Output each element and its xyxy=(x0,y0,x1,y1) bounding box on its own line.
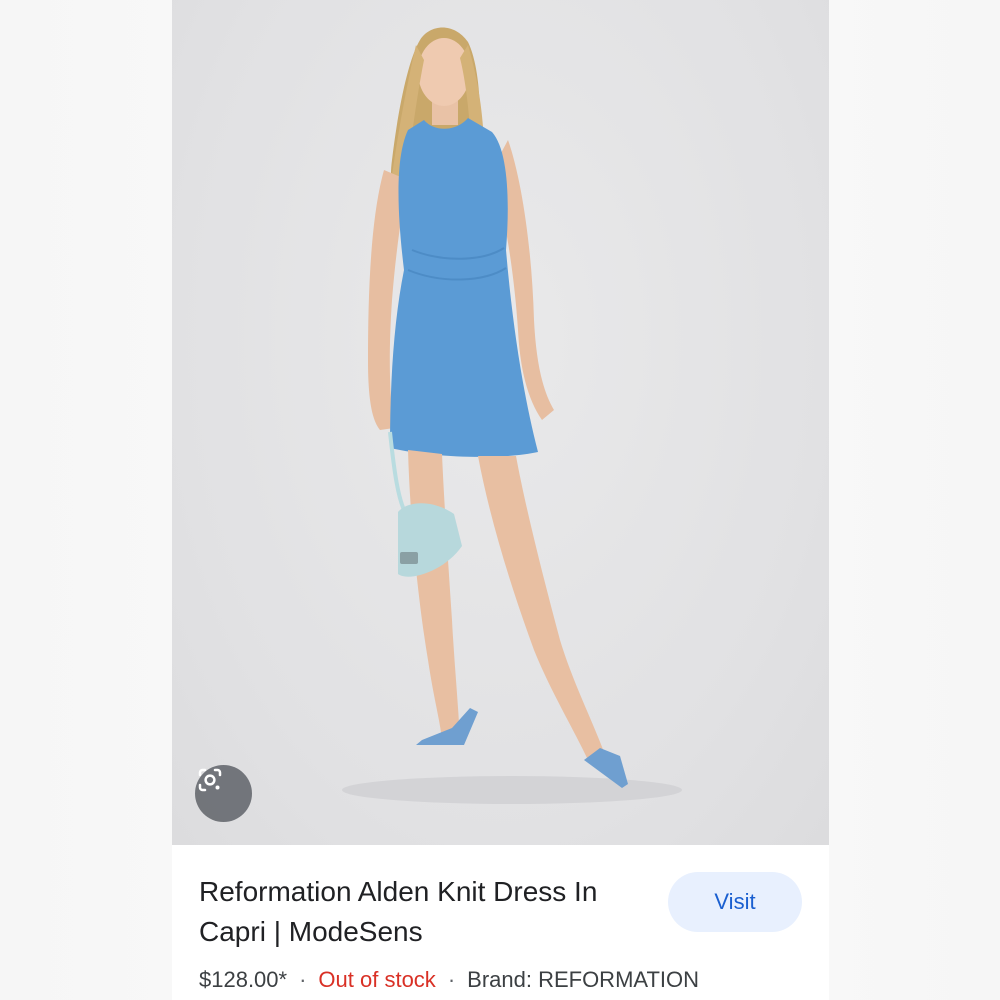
price: $128.00* xyxy=(199,967,288,992)
floor-shadow xyxy=(342,776,682,804)
product-meta-row: $128.00* · Out of stock · Brand: REFORMATION xyxy=(199,967,699,993)
separator-dot: · xyxy=(299,967,307,992)
face xyxy=(418,38,470,106)
product-title-line-2[interactable]: Capri | ModeSens xyxy=(199,916,423,947)
left-leg xyxy=(408,450,460,740)
model-illustration xyxy=(342,27,682,804)
google-lens-icon xyxy=(198,768,222,792)
product-title[interactable]: Reformation Alden Knit Dress In Capri | … xyxy=(199,872,649,952)
product-title-line-1[interactable]: Reformation Alden Knit Dress In xyxy=(199,876,597,907)
brand-label: Brand: REFORMATION xyxy=(467,967,699,992)
result-info-panel: Reformation Alden Knit Dress In Capri | … xyxy=(172,845,829,1000)
handbag xyxy=(398,503,462,577)
visit-button[interactable]: Visit xyxy=(668,872,802,932)
google-lens-button[interactable] xyxy=(195,765,252,822)
separator-dot: · xyxy=(447,967,456,992)
bag-clasp xyxy=(400,552,418,564)
product-image[interactable] xyxy=(172,0,829,845)
screenshot-stage: Reformation Alden Knit Dress In Capri | … xyxy=(0,0,1000,1000)
product-result-card[interactable]: Reformation Alden Knit Dress In Capri | … xyxy=(172,0,829,1000)
stock-status: Out of stock xyxy=(318,967,436,992)
right-leg xyxy=(478,456,604,760)
